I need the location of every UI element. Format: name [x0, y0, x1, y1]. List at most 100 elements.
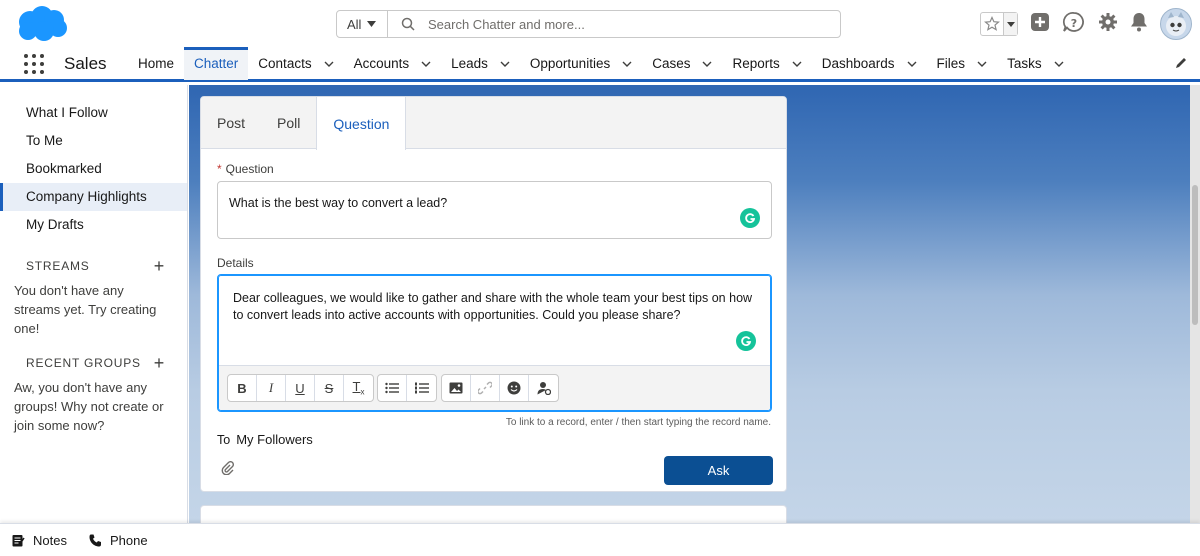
sidebar-item-company-highlights[interactable]: Company Highlights [0, 183, 187, 211]
strikethrough-button[interactable]: S [315, 375, 344, 401]
caret-down-icon [367, 21, 377, 27]
recent-groups-title: RECENT GROUPS [26, 356, 141, 370]
utility-bar: Notes Phone [0, 523, 1200, 556]
favorites-control [980, 12, 1018, 36]
question-label-text: Question [225, 162, 274, 176]
share-to-row[interactable]: To My Followers [217, 432, 313, 447]
utility-notes[interactable]: Notes [12, 533, 67, 548]
chevron-down-icon[interactable] [324, 59, 334, 69]
add-group-plus-icon[interactable]: + [154, 354, 165, 372]
global-header: All ? [0, 0, 1200, 47]
nav-tab-label: Home [138, 56, 175, 71]
search-input[interactable] [428, 16, 808, 32]
sidebar-item-what-i-follow[interactable]: What I Follow [0, 99, 187, 127]
sidebar-item-to-me[interactable]: To Me [0, 127, 187, 155]
phone-icon [89, 534, 101, 546]
add-stream-plus-icon[interactable]: + [154, 257, 165, 275]
insert-image-icon[interactable] [442, 375, 471, 401]
question-input-value: What is the best way to convert a lead? [229, 196, 448, 210]
utility-phone[interactable]: Phone [89, 533, 148, 548]
tab-post[interactable]: Post [201, 97, 261, 149]
search-icon [388, 17, 428, 31]
nav-tab-files[interactable]: Files [927, 47, 998, 80]
nav-tab-contacts[interactable]: Contacts [248, 47, 343, 80]
nav-tab-reports[interactable]: Reports [722, 47, 811, 80]
nav-tab-label: Cases [652, 56, 691, 71]
grammarly-icon[interactable] [740, 208, 760, 228]
details-editor[interactable]: Dear colleagues, we would like to gather… [217, 274, 772, 412]
sidebar-item-my-drafts[interactable]: My Drafts [0, 211, 187, 239]
details-text-area[interactable]: Dear colleagues, we would like to gather… [233, 290, 753, 324]
nav-tab-leads[interactable]: Leads [441, 47, 520, 80]
notes-label: Notes [33, 532, 67, 548]
chevron-down-icon[interactable] [977, 59, 987, 69]
to-value: My Followers [236, 432, 313, 447]
tab-question[interactable]: Question [316, 97, 407, 150]
edit-nav-pencil-icon[interactable] [1174, 56, 1188, 75]
tab-poll[interactable]: Poll [261, 97, 316, 149]
italic-button[interactable]: I [257, 375, 286, 401]
global-actions-plus-icon[interactable] [1030, 12, 1050, 37]
text-format-group: B I U S Tx [227, 374, 374, 402]
insert-group [441, 374, 559, 402]
bold-button[interactable]: B [228, 375, 257, 401]
nav-tab-label: Chatter [194, 56, 239, 71]
details-label: Details [217, 256, 254, 270]
search-scope-select[interactable]: All [336, 10, 388, 38]
app-launcher-icon[interactable] [24, 54, 44, 74]
favorites-dropdown-icon[interactable] [1003, 13, 1017, 35]
help-icon[interactable]: ? [1062, 11, 1086, 38]
nav-tab-label: Accounts [353, 56, 410, 71]
emoji-icon[interactable] [500, 375, 529, 401]
chevron-down-icon[interactable] [622, 59, 632, 69]
question-label: * Question [217, 162, 274, 176]
groups-empty-text: Aw, you don't have any groups! Why not c… [14, 380, 164, 433]
nav-tab-dashboards[interactable]: Dashboards [812, 47, 927, 80]
chevron-down-icon[interactable] [792, 59, 802, 69]
nav-tab-tasks[interactable]: Tasks [997, 47, 1074, 80]
to-label: To [217, 433, 231, 447]
nav-tab-chatter[interactable]: Chatter [184, 47, 249, 80]
ask-button[interactable]: Ask [664, 456, 773, 485]
notifications-bell-icon[interactable] [1130, 12, 1148, 37]
numbered-list-button[interactable] [407, 375, 436, 401]
gear-icon[interactable] [1098, 12, 1118, 37]
streams-section-header: STREAMS + [0, 257, 187, 275]
chevron-down-icon[interactable] [500, 59, 510, 69]
chevron-down-icon[interactable] [702, 59, 712, 69]
chevron-down-icon[interactable] [1054, 59, 1064, 69]
mention-user-icon[interactable] [529, 375, 558, 401]
nav-tab-label: Leads [451, 56, 488, 71]
user-avatar[interactable] [1160, 8, 1192, 40]
bulleted-list-button[interactable] [378, 375, 407, 401]
insert-link-icon[interactable] [471, 375, 500, 401]
nav-tab-label: Tasks [1007, 56, 1042, 71]
required-mark: * [217, 162, 222, 176]
grammarly-icon[interactable] [736, 331, 756, 351]
nav-tab-cases[interactable]: Cases [642, 47, 722, 80]
salesforce-logo[interactable] [14, 4, 70, 44]
rich-text-toolbar: B I U S Tx [219, 365, 770, 410]
star-icon[interactable] [981, 16, 1003, 32]
global-search[interactable] [387, 10, 841, 38]
nav-tab-label: Opportunities [529, 56, 611, 71]
question-input[interactable]: What is the best way to convert a lead? [217, 181, 772, 239]
recent-groups-section-header: RECENT GROUPS + [0, 354, 187, 372]
record-link-hint: To link to a record, enter / then start … [505, 417, 771, 428]
phone-label: Phone [109, 532, 148, 548]
clear-formatting-button[interactable]: Tx [344, 375, 373, 401]
notes-icon [12, 534, 25, 546]
underline-button[interactable]: U [286, 375, 315, 401]
chatter-sidebar: What I Follow To Me Bookmarked Company H… [0, 85, 188, 523]
nav-tab-accounts[interactable]: Accounts [344, 47, 442, 80]
nav-tab-label: Contacts [258, 56, 312, 71]
chevron-down-icon[interactable] [421, 59, 431, 69]
sidebar-item-bookmarked[interactable]: Bookmarked [0, 155, 187, 183]
nav-tab-label: Reports [732, 56, 780, 71]
chevron-down-icon[interactable] [907, 59, 917, 69]
scrollbar-thumb[interactable] [1192, 185, 1198, 325]
page-scrollbar[interactable] [1190, 85, 1200, 523]
attach-paperclip-icon[interactable] [221, 460, 235, 480]
nav-tab-opportunities[interactable]: Opportunities [520, 47, 642, 80]
nav-tab-home[interactable]: Home [128, 47, 184, 80]
